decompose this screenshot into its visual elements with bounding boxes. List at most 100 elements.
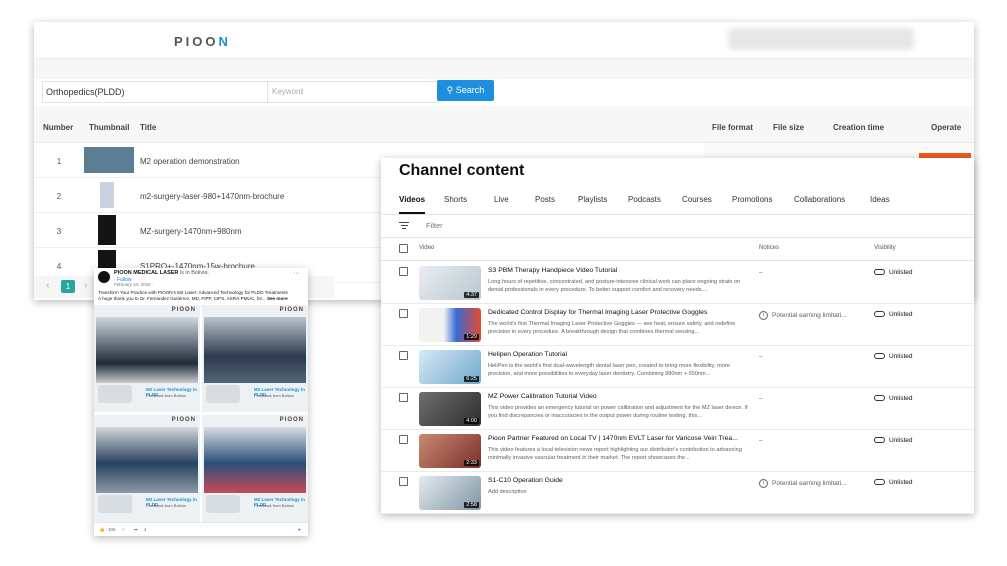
visibility-label: Unlisted	[889, 353, 913, 360]
post-date: February 24, 2025 ·	[114, 282, 154, 287]
next-page-button[interactable]: ›	[84, 280, 87, 291]
tile-photo	[204, 317, 306, 383]
page-name-text: PIOON MEDICAL LASER	[114, 270, 179, 276]
photo-tile[interactable]: PIOON M2 Laser Technology in PLDD Feedba…	[202, 305, 308, 412]
visibility-status[interactable]: Unlisted	[874, 437, 912, 444]
like-icon[interactable]: 👍	[99, 527, 105, 533]
col-file-format: File format	[712, 123, 753, 132]
content-tabs: Videos Shorts Live Posts Playlists Podca…	[381, 188, 974, 215]
tab-shorts[interactable]: Shorts	[444, 195, 467, 204]
pioon-logo[interactable]: PIOON	[174, 34, 231, 49]
col-title: Title	[140, 123, 157, 132]
share-icon[interactable]: ➦	[134, 527, 138, 533]
row-checkbox[interactable]	[399, 267, 408, 276]
link-icon	[874, 269, 885, 276]
tab-live[interactable]: Live	[494, 195, 509, 204]
prev-page-button[interactable]: ‹	[46, 280, 49, 291]
select-all-checkbox[interactable]	[399, 244, 408, 253]
visibility-status[interactable]: Unlisted	[874, 311, 912, 318]
link-icon	[874, 479, 885, 486]
row-checkbox[interactable]	[399, 435, 408, 444]
video-notice[interactable]: i Potential earning limitati...	[759, 479, 846, 488]
visibility-status[interactable]: Unlisted	[874, 269, 912, 276]
video-row[interactable]: 6:25 Helipen Operation Tutorial HeliPen …	[381, 345, 974, 388]
photo-tile[interactable]: PIOON M2 Laser Technology in PLDD Feedba…	[94, 305, 200, 412]
photo-tile[interactable]: PIOON M2 Laser Technology in PLDD Feedba…	[202, 415, 308, 522]
laser-device-image	[206, 495, 240, 513]
video-title[interactable]: MZ Power Calibration Tutorial Video	[488, 393, 753, 400]
col-visibility: Visibility	[874, 245, 896, 251]
tab-promotions[interactable]: Promotions	[732, 195, 772, 204]
video-title[interactable]: S3 PBM Therapy Handpiece Video Tutorial	[488, 267, 753, 274]
video-thumbnail[interactable]: 4:37	[419, 266, 481, 300]
video-notice[interactable]: i Potential earning limitati...	[759, 311, 846, 320]
see-more-link[interactable]: See more	[267, 296, 288, 301]
filter-input[interactable]: Filter	[426, 221, 443, 230]
visibility-label: Unlisted	[889, 395, 913, 402]
video-title[interactable]: Dedicated Control Display for Thermal Im…	[488, 309, 753, 316]
page-name[interactable]: PIOON MEDICAL LASER is in Bolivia.	[114, 270, 209, 276]
tab-collaborations[interactable]: Collaborations	[794, 195, 845, 204]
row-checkbox[interactable]	[399, 393, 408, 402]
notice-text: Potential earning limitati...	[772, 480, 847, 488]
tab-playlists[interactable]: Playlists	[578, 195, 607, 204]
filter-icon[interactable]	[399, 220, 409, 231]
tile-logo: PIOON	[279, 417, 304, 423]
post-text-line-2-text: A huge thank you to Dr. Fernandez Gutiér…	[98, 296, 266, 301]
video-thumbnail[interactable]: 4:00	[419, 392, 481, 426]
video-title[interactable]: Pioon Partner Featured on Local TV | 147…	[488, 435, 753, 442]
active-tab-indicator	[399, 212, 425, 214]
video-row[interactable]: 4:37 S3 PBM Therapy Handpiece Video Tuto…	[381, 261, 974, 304]
row-checkbox[interactable]	[399, 309, 408, 318]
video-description[interactable]: Add description	[488, 488, 753, 504]
keyword-input[interactable]: Keyword	[267, 81, 439, 103]
category-select[interactable]: Orthopedics(PLDD)	[42, 81, 269, 103]
row-checkbox[interactable]	[399, 351, 408, 360]
search-button[interactable]: ⚲ Search	[437, 80, 494, 101]
tile-subcaption: Feedback from Bolivia	[146, 393, 186, 398]
laser-device-image	[206, 385, 240, 403]
notice-text: –	[759, 437, 763, 444]
tile-photo	[204, 427, 306, 493]
video-thumbnail[interactable]: 6:25	[419, 350, 481, 384]
visibility-status[interactable]: Unlisted	[874, 353, 912, 360]
video-duration: 2:58	[464, 502, 479, 508]
filter-bar[interactable]: Filter	[381, 215, 974, 238]
tile-logo: PIOON	[171, 307, 196, 313]
more-options-icon[interactable]: ···	[293, 270, 300, 277]
video-thumbnail[interactable]: 1:29	[419, 308, 481, 342]
link-icon	[874, 437, 885, 444]
tab-podcasts[interactable]: Podcasts	[628, 195, 661, 204]
video-title[interactable]: Helipen Operation Tutorial	[488, 351, 753, 358]
messenger-icon[interactable]: ●	[298, 527, 301, 532]
tab-ideas[interactable]: Ideas	[870, 195, 890, 204]
tab-courses[interactable]: Courses	[682, 195, 712, 204]
video-title[interactable]: S1-C10 Operation Guide	[488, 477, 753, 484]
laser-device-image	[98, 495, 132, 513]
video-row[interactable]: 2:33 Pioon Partner Featured on Local TV …	[381, 429, 974, 472]
video-row[interactable]: 2:58 S1-C10 Operation Guide Add descript…	[381, 471, 974, 514]
video-thumbnail[interactable]: 2:58	[419, 476, 481, 510]
page-1-button[interactable]: 1	[61, 280, 75, 293]
tab-posts[interactable]: Posts	[535, 195, 555, 204]
visibility-status[interactable]: Unlisted	[874, 395, 912, 402]
visibility-status[interactable]: Unlisted	[874, 479, 912, 486]
row-thumbnail	[98, 215, 116, 245]
video-row[interactable]: 1:29 Dedicated Control Display for Therm…	[381, 303, 974, 346]
comment-icon[interactable]: ○	[122, 527, 125, 532]
reaction-count: 106	[108, 527, 116, 532]
post-photo-grid[interactable]: PIOON M2 Laser Technology in PLDD Feedba…	[94, 305, 308, 522]
video-description: This video provides an emergency tutoria…	[488, 405, 748, 419]
row-checkbox[interactable]	[399, 477, 408, 486]
tab-videos[interactable]: Videos	[399, 195, 425, 204]
avatar[interactable]	[98, 271, 110, 283]
link-icon	[874, 311, 885, 318]
top-bar: PIOON	[34, 22, 974, 59]
video-row[interactable]: 4:00 MZ Power Calibration Tutorial Video…	[381, 387, 974, 430]
photo-tile[interactable]: PIOON M2 Laser Technology in PLDD Feedba…	[94, 415, 200, 522]
video-thumbnail[interactable]: 2:33	[419, 434, 481, 468]
youtube-channel-content-panel: Channel content Videos Shorts Live Posts…	[381, 158, 974, 514]
video-duration: 4:37	[464, 292, 479, 298]
row-number: 2	[56, 192, 62, 201]
visibility-label: Unlisted	[889, 479, 913, 486]
